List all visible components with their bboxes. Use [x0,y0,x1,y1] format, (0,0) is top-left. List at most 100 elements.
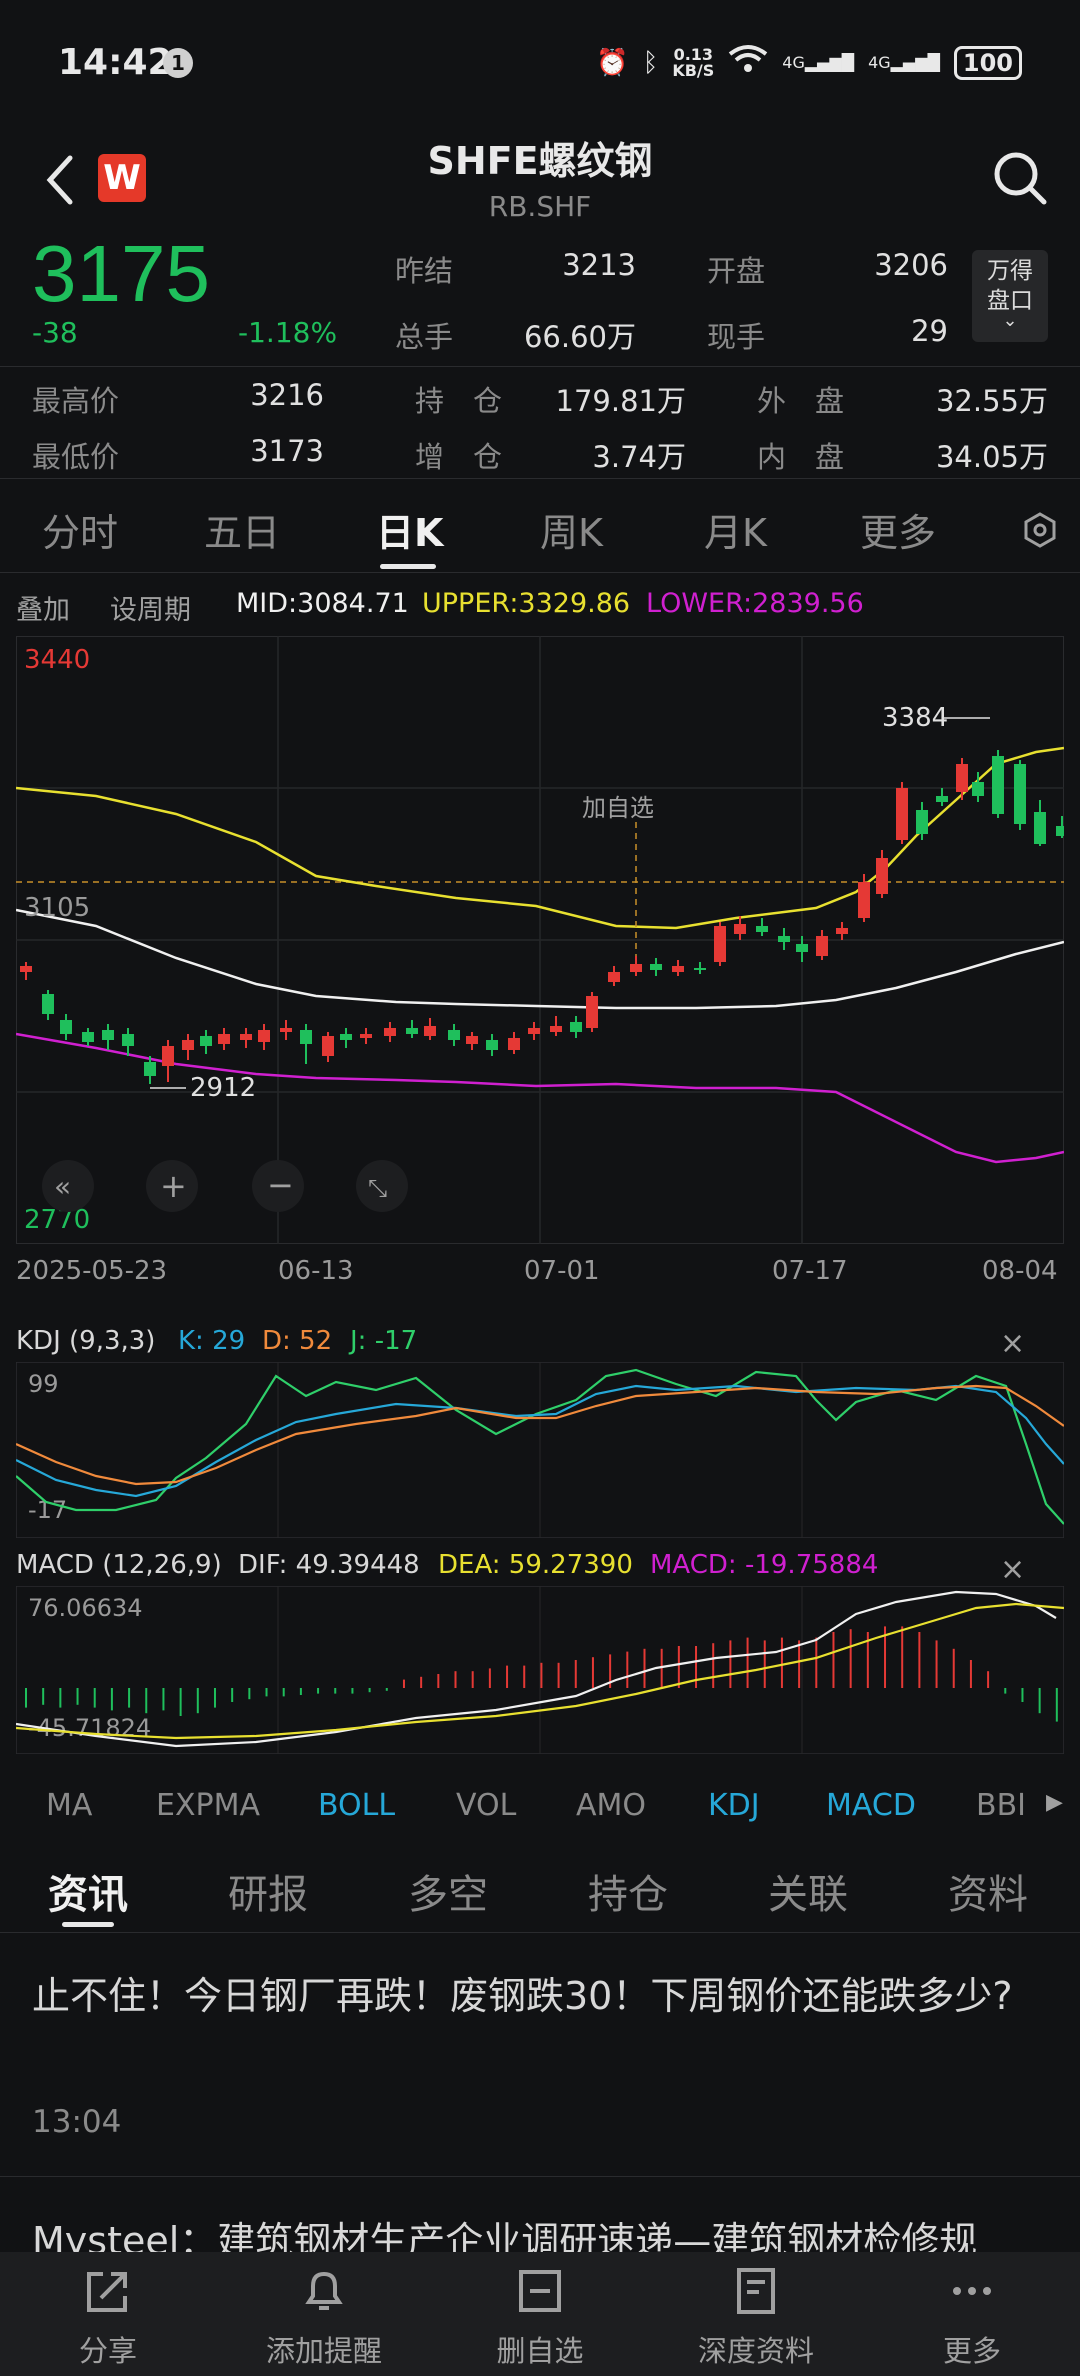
divider [0,1932,1080,1933]
candle [796,944,808,952]
quote-value: 32.55万 [935,384,1048,418]
candle [20,966,32,972]
tab-daily-k[interactable]: 日K [376,502,443,557]
settings-icon[interactable] [1022,512,1058,548]
candle [1056,826,1064,836]
indicator-tab-vol[interactable]: VOL [456,1788,516,1823]
candlestick-chart[interactable]: 3440 3105 2770 加自选 3384 2912 « + − ⤡ [16,636,1064,1244]
candle [384,1028,396,1036]
candle [1034,812,1046,844]
quote-label: 外 盘 [757,384,845,418]
news-item-time: 13:04 [32,2104,122,2140]
candle [182,1040,194,1050]
minus-icon: − [267,1166,294,1204]
indicator-tab-macd[interactable]: MACD [826,1788,916,1823]
signal-2-icon: 4G▂▄▆█ [868,53,940,72]
search-icon[interactable] [990,148,1050,208]
back-arrow-icon[interactable] [40,150,80,210]
candle [144,1062,156,1076]
tab-positions[interactable]: 持仓 [588,1862,668,1920]
close-icon[interactable]: × [1000,1552,1025,1587]
macd-dif-line [16,1590,1057,1748]
divider [0,366,1080,367]
double-chevron-left-icon: « [54,1170,71,1203]
candle [340,1034,352,1040]
indicator-tab-boll[interactable]: BOLL [318,1788,395,1823]
macd-top-label: 76.06634 [28,1594,143,1622]
share-button[interactable]: 分享 [0,2252,216,2376]
wind-logo-icon[interactable]: W [98,154,146,202]
indicator-tab-expma[interactable]: EXPMA [156,1788,260,1823]
quote-value: 3216 [250,378,324,412]
candle [836,928,848,934]
indicator-tab-amo[interactable]: AMO [576,1788,646,1823]
document-icon [737,2268,775,2314]
tab-more[interactable]: 更多 [860,502,936,557]
quote-label: 最高价 [32,384,120,418]
quote-value: 3.74万 [592,440,686,474]
scroll-right-icon[interactable]: ▶ [1046,1790,1063,1815]
tab-profile[interactable]: 资料 [948,1862,1028,1920]
candle [406,1028,418,1034]
overlay-button[interactable]: 叠加 [16,588,70,627]
candle [466,1036,478,1044]
quote-label: 总手 [395,320,454,354]
close-icon[interactable]: × [1000,1326,1025,1361]
low-label: 2912 [190,1073,256,1103]
candle [448,1030,460,1040]
macd-value: MACD: -19.75884 [650,1550,879,1580]
indicator-tab-ma[interactable]: MA [46,1788,92,1823]
tab-long-short[interactable]: 多空 [408,1862,488,1920]
set-period-button[interactable]: 设周期 [110,588,191,627]
news-item-title[interactable]: 止不住！今日钢厂再跌！废钢跌30！下周钢价还能跌多少? [32,1966,1042,2026]
price-change: -38 [32,316,78,349]
candle [734,924,746,934]
tab-minute[interactable]: 分时 [42,502,118,557]
more-dots-icon [953,2287,991,2295]
candle [528,1028,540,1034]
tab-weekly-k[interactable]: 周K [540,502,603,557]
tab-monthly-k[interactable]: 月K [704,502,767,557]
wifi-icon [728,44,768,81]
page-title: SHFE螺纹钢 [427,139,653,183]
quote-label: 昨结 [395,254,454,288]
divider [0,2176,1080,2177]
period-tabs: 分时 五日 日K 周K 月K 更多 [0,480,1080,572]
wind-orderbook-button[interactable]: 万得盘口 ⌄ [972,250,1048,342]
candle [218,1034,230,1044]
tab-related[interactable]: 关联 [768,1862,848,1920]
candle [60,1020,72,1034]
tab-news[interactable]: 资讯 [48,1862,128,1920]
candle [756,926,768,932]
header: SHFE螺纹钢 RB.SHF W [0,130,1080,230]
more-button[interactable]: 更多 [864,2252,1080,2376]
kdj-chart: 99 -17 [16,1362,1064,1538]
tab-research[interactable]: 研报 [228,1862,308,1920]
expand-icon: ⤡ [368,1174,387,1202]
quote-value: 3206 [874,248,948,282]
kdj-k: K: 29 [178,1326,246,1356]
macd-dif: DIF: 49.39448 [238,1550,420,1580]
candle [300,1030,312,1044]
quote-label: 内 盘 [757,440,845,474]
bluetooth-icon: ᛒ [642,47,659,78]
quote-value: 34.05万 [935,440,1048,474]
deep-info-button[interactable]: 深度资料 [648,2252,864,2376]
indicator-tab-bbi[interactable]: BBI [976,1788,1026,1823]
quote-value: 29 [911,314,948,348]
plus-icon: + [160,1167,187,1205]
candle [122,1034,134,1046]
macd-name: MACD (12,26,9) [16,1550,222,1580]
candle [200,1036,212,1046]
y-axis-mid: 3105 [24,893,90,923]
share-icon [87,2272,127,2312]
tab-5day[interactable]: 五日 [204,502,280,557]
candle [550,1026,562,1032]
indicator-tab-kdj[interactable]: KDJ [708,1788,760,1823]
chevron-down-icon: ⌄ [1002,310,1018,331]
date-label: 07-01 [524,1256,600,1286]
date-label: 06-13 [278,1256,354,1286]
kdj-top-label: 99 [28,1370,59,1398]
add-alert-button[interactable]: 添加提醒 [216,2252,432,2376]
remove-watchlist-button[interactable]: 删自选 [432,2252,648,2376]
